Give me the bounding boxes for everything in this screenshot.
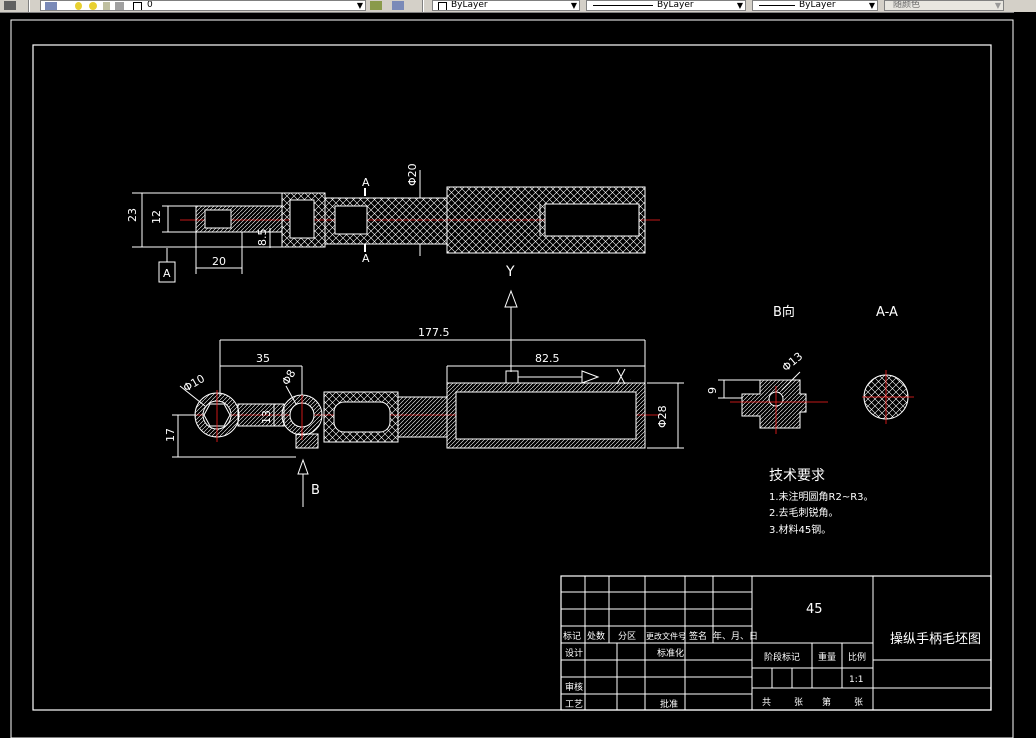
app-icon[interactable]: [4, 1, 16, 10]
dim-12: 12: [150, 210, 163, 224]
tb-page: 第: [822, 696, 831, 708]
b-view: [718, 371, 828, 434]
layer-name: 0: [147, 0, 153, 10]
lineweight-dropdown[interactable]: ByLayer ▼: [752, 0, 878, 11]
tb-mark: 标记: [563, 630, 581, 642]
layer-stack-icon: [45, 2, 57, 10]
tech-item-2: 2.去毛刺锐角。: [769, 506, 839, 519]
aa-view-labels: A-A: [876, 305, 898, 320]
chevron-down-icon[interactable]: ▼: [737, 1, 743, 10]
toolbar-separator: [422, 0, 424, 12]
front-view: [172, 339, 684, 507]
b-view-title: B向: [773, 304, 795, 320]
linetype-dropdown[interactable]: ByLayer ▼: [586, 0, 746, 11]
tb-weight: 重量: [818, 651, 836, 663]
dim-phi20: Φ20: [406, 163, 419, 186]
view-marker-a: A: [163, 267, 171, 280]
tech-requirements: 技术要求 1.未注明圆角R2~R3。 2.去毛刺锐角。 3.材料45钢。: [769, 468, 874, 536]
tb-sheet1: 张: [794, 697, 803, 708]
dim-20: 20: [212, 255, 226, 268]
linetype-sample: [593, 5, 653, 6]
drawing-canvas[interactable]: 23 12 20 8.5 Φ20 A A A Y 177.5 35 82.5 Φ…: [0, 12, 1036, 738]
chevron-down-icon[interactable]: ▼: [357, 1, 363, 10]
tb-date: 年、月、日: [713, 630, 758, 642]
vertical-scrollbar-area: [1014, 12, 1036, 738]
color-swatch-icon: [133, 2, 142, 10]
dim-9: 9: [706, 387, 719, 394]
material: 45: [806, 602, 823, 617]
sun-icon: [89, 2, 97, 10]
chevron-down-icon[interactable]: ▼: [869, 1, 875, 10]
view-x-label: X: [630, 379, 631, 381]
tb-count: 处数: [587, 630, 605, 642]
section-label-a-bottom: A: [362, 252, 370, 265]
tb-total: 共: [762, 697, 771, 708]
dim-phi10: Φ10: [181, 372, 207, 395]
lineweight-sample: [759, 5, 795, 6]
section-label-a-top: A: [362, 176, 370, 189]
dim-17: 17: [164, 428, 177, 442]
tech-item-3: 3.材料45钢。: [769, 523, 831, 536]
tb-sheet2: 张: [854, 697, 863, 708]
tb-standard: 标准化: [657, 647, 684, 659]
tb-process: 工艺: [565, 699, 583, 710]
tb-scale: 比例: [848, 651, 866, 663]
printer-icon: [115, 2, 124, 10]
dim-23: 23: [126, 208, 139, 222]
dim-phi8: Φ8: [279, 367, 298, 387]
plotstyle-value: 随颜色: [893, 0, 921, 10]
layer-dropdown[interactable]: 0 ▼: [40, 0, 366, 11]
sheet-frame: [32, 44, 992, 711]
dim-177-5: 177.5: [418, 326, 450, 339]
dim-phi28: Φ28: [656, 405, 669, 428]
dim-phi13: Φ13: [780, 350, 806, 375]
arrow-b-label: B: [311, 483, 320, 498]
aa-view: [862, 370, 914, 424]
drawing-name: 操纵手柄毛坯图: [890, 631, 981, 647]
chevron-down-icon[interactable]: ▼: [571, 1, 577, 10]
tb-change-doc: 更改文件号: [646, 631, 686, 641]
tb-approve: 批准: [660, 698, 678, 710]
tb-stage-mark: 阶段标记: [764, 651, 800, 663]
lock-icon: [103, 2, 110, 10]
tb-zone: 分区: [618, 631, 636, 642]
toolbar-separator: [28, 0, 30, 12]
tb-scale-value: 1:1: [849, 675, 863, 685]
lightbulb-icon: [75, 2, 82, 10]
dim-35: 35: [256, 352, 270, 365]
tb-design: 设计: [565, 647, 583, 659]
make-layer-current-icon[interactable]: [370, 1, 382, 10]
linetype-value: ByLayer: [657, 0, 694, 10]
color-swatch-icon: [438, 2, 447, 10]
aa-view-title: A-A: [876, 305, 898, 320]
color-value: ByLayer: [451, 0, 488, 10]
view-y-arrow: [504, 289, 518, 372]
color-dropdown[interactable]: ByLayer ▼: [432, 0, 580, 11]
layer-previous-icon[interactable]: [392, 1, 404, 10]
dim-8-5: 8.5: [256, 229, 269, 247]
sheet-outer-border: [10, 19, 1014, 738]
tech-item-1: 1.未注明圆角R2~R3。: [769, 490, 874, 503]
view-y-label: Y: [505, 264, 515, 280]
tb-sign: 签名: [689, 630, 707, 642]
tech-title: 技术要求: [769, 468, 825, 484]
chevron-down-icon[interactable]: ▼: [995, 1, 1001, 10]
dim-13: 13: [260, 410, 273, 424]
plotstyle-dropdown[interactable]: 随颜色 ▼: [884, 0, 1004, 11]
lineweight-value: ByLayer: [799, 0, 836, 10]
dim-82-5: 82.5: [535, 352, 560, 365]
tb-check: 审核: [565, 681, 583, 693]
